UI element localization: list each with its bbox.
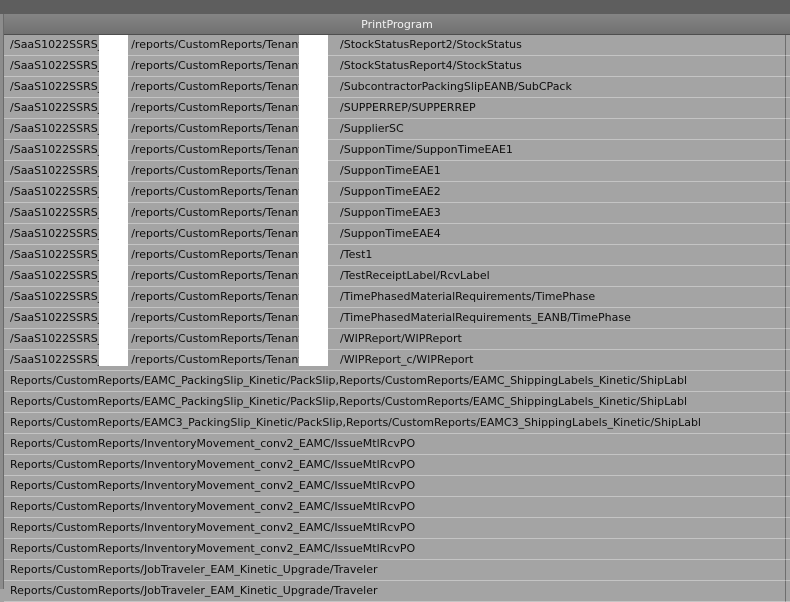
row-tail (786, 434, 790, 455)
row-tail (786, 56, 790, 77)
print-program-cell[interactable]: /SaaS1022SSRS_ /reports/CustomReports/Te… (10, 350, 473, 370)
print-program-cell[interactable]: /SaaS1022SSRS_ /reports/CustomReports/Te… (10, 224, 441, 244)
print-program-cell[interactable]: Reports/CustomReports/EAMC3_PackingSlip_… (10, 413, 701, 433)
table-row[interactable]: Reports/CustomReports/InventoryMovement_… (4, 518, 790, 539)
print-program-cell[interactable]: Reports/CustomReports/InventoryMovement_… (10, 434, 415, 454)
table-row[interactable]: Reports/CustomReports/InventoryMovement_… (4, 476, 790, 497)
print-program-cell[interactable]: Reports/CustomReports/EAMC_PackingSlip_K… (10, 371, 687, 391)
print-program-cell[interactable]: /SaaS1022SSRS_ /reports/CustomReports/Te… (10, 182, 441, 202)
redaction-mask-right (299, 35, 328, 366)
print-program-cell[interactable]: /SaaS1022SSRS_ /reports/CustomReports/Te… (10, 140, 513, 160)
print-program-cell[interactable]: Reports/CustomReports/InventoryMovement_… (10, 518, 415, 538)
row-tail (786, 140, 790, 161)
table-row[interactable]: Reports/CustomReports/InventoryMovement_… (4, 497, 790, 518)
row-tail (786, 350, 790, 371)
table-row[interactable]: Reports/CustomReports/InventoryMovement_… (4, 539, 790, 560)
row-tail (786, 371, 790, 392)
row-tail (786, 413, 790, 434)
print-program-cell[interactable]: /SaaS1022SSRS_ /reports/CustomReports/Te… (10, 119, 404, 139)
row-tail (786, 98, 790, 119)
table-row[interactable]: Reports/CustomReports/InventoryMovement_… (4, 455, 790, 476)
print-program-cell[interactable]: Reports/CustomReports/InventoryMovement_… (10, 476, 415, 496)
row-tail (786, 455, 790, 476)
window-top-bar (0, 0, 790, 14)
redaction-mask-left (99, 35, 128, 366)
row-tail (786, 308, 790, 329)
row-tail (786, 392, 790, 413)
column-header-printprogram[interactable]: PrintProgram (4, 14, 790, 35)
print-program-cell[interactable]: /SaaS1022SSRS_ /reports/CustomReports/Te… (10, 203, 441, 223)
row-tail (786, 203, 790, 224)
row-tail (786, 224, 790, 245)
row-tail (786, 119, 790, 140)
row-tail (786, 560, 790, 581)
row-tail (786, 35, 790, 56)
table-row[interactable]: Reports/CustomReports/EAMC3_PackingSlip_… (4, 413, 790, 434)
row-tail (786, 539, 790, 560)
row-tail (786, 518, 790, 539)
print-program-cell[interactable]: /SaaS1022SSRS_ /reports/CustomReports/Te… (10, 329, 462, 349)
print-program-cell[interactable]: Reports/CustomReports/InventoryMovement_… (10, 455, 415, 475)
row-tail (786, 497, 790, 518)
row-tail (786, 329, 790, 350)
print-program-cell[interactable]: Reports/CustomReports/InventoryMovement_… (10, 539, 415, 559)
print-program-cell[interactable]: /SaaS1022SSRS_ /reports/CustomReports/Te… (10, 56, 522, 76)
print-program-cell[interactable]: /SaaS1022SSRS_ /reports/CustomReports/Te… (10, 161, 441, 181)
print-program-cell[interactable]: /SaaS1022SSRS_ /reports/CustomReports/Te… (10, 77, 572, 97)
row-tail (786, 266, 790, 287)
print-program-cell[interactable]: Reports/CustomReports/JobTraveler_EAM_Ki… (10, 560, 378, 580)
print-program-cell[interactable]: Reports/CustomReports/JobTraveler_EAM_Ki… (10, 581, 378, 601)
table-row[interactable]: Reports/CustomReports/JobTraveler_EAM_Ki… (4, 560, 790, 581)
row-tail (786, 245, 790, 266)
table-row[interactable]: Reports/CustomReports/InventoryMovement_… (4, 434, 790, 455)
print-program-cell[interactable]: /SaaS1022SSRS_ /reports/CustomReports/Te… (10, 35, 522, 55)
table-row[interactable]: Reports/CustomReports/JobTraveler_EAM_Ki… (4, 581, 790, 602)
row-tail (786, 581, 790, 602)
row-tail (786, 77, 790, 98)
print-program-cell[interactable]: /SaaS1022SSRS_ /reports/CustomReports/Te… (10, 98, 476, 118)
row-tail (786, 182, 790, 203)
print-program-cell[interactable]: /SaaS1022SSRS_ /reports/CustomReports/Te… (10, 266, 490, 286)
table-row[interactable]: Reports/CustomReports/EAMC_PackingSlip_K… (4, 392, 790, 413)
print-program-cell[interactable]: Reports/CustomReports/EAMC_PackingSlip_K… (10, 392, 687, 412)
row-tail (786, 161, 790, 182)
row-tail (786, 287, 790, 308)
table-row[interactable]: Reports/CustomReports/EAMC_PackingSlip_K… (4, 371, 790, 392)
print-program-cell[interactable]: Reports/CustomReports/InventoryMovement_… (10, 497, 415, 517)
row-tail (786, 476, 790, 497)
